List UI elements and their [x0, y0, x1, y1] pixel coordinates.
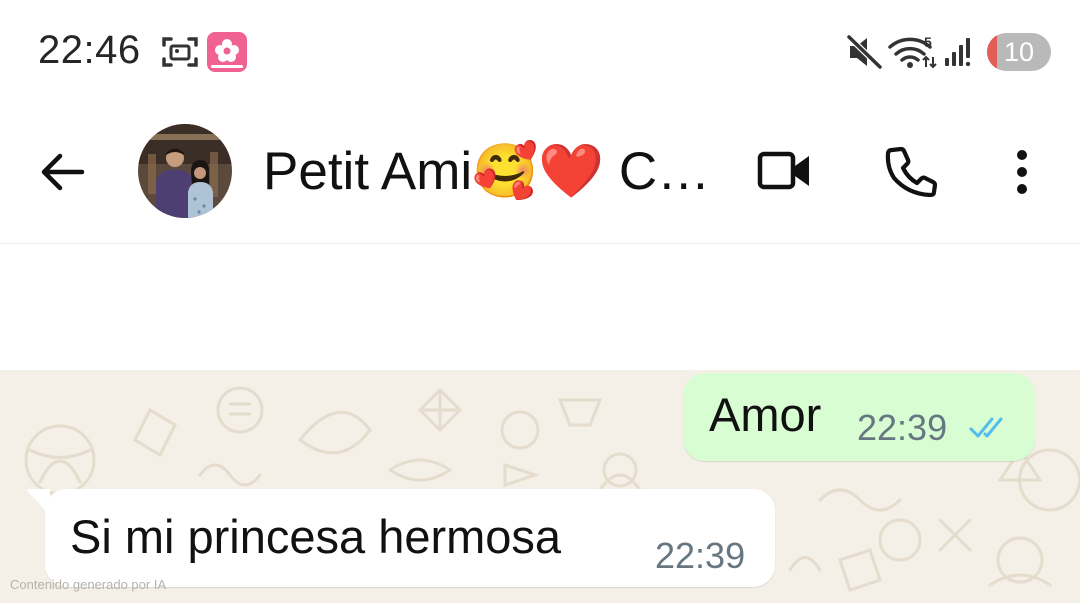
message-text: Amor [709, 388, 822, 441]
avatar[interactable] [138, 124, 232, 218]
chat-screen: 22:46 5 10 Petit Ami🥰❤️ C… Amor 22:39 Si… [0, 0, 1080, 603]
wifi-badge: 5 [924, 34, 932, 50]
status-bar: 22:46 5 10 [0, 0, 1080, 100]
outgoing-message-bubble[interactable]: Amor 22:39 [683, 373, 1035, 461]
message-time: 22:39 [655, 535, 746, 576]
chat-top-spacer [0, 244, 1080, 370]
battery-level: 10 [1003, 37, 1035, 67]
ai-generated-note: Contenido generado por IA [10, 577, 167, 592]
avatar-photo [138, 124, 232, 218]
message-text: Si mi princesa hermosa [70, 510, 562, 563]
app-notification-icon [207, 32, 247, 72]
contact-name[interactable]: Petit Ami🥰❤️ C… [263, 140, 703, 202]
screenshot-icon [162, 37, 198, 67]
signal-icon [945, 38, 971, 67]
more-options-icon[interactable] [1008, 148, 1036, 196]
status-time: 22:46 [38, 28, 141, 72]
wifi-icon: 5 [888, 34, 937, 69]
chat-area[interactable]: Amor 22:39 Si mi princesa hermosa 22:39 [0, 370, 1080, 603]
back-arrow-icon[interactable] [40, 152, 86, 192]
chat-header: Petit Ami🥰❤️ C… [0, 100, 1080, 244]
incoming-message-bubble[interactable]: Si mi princesa hermosa 22:39 [45, 489, 775, 587]
video-call-icon[interactable] [757, 149, 813, 193]
message-time: 22:39 [857, 407, 948, 448]
battery-indicator: 10 [987, 33, 1051, 71]
read-receipt-icon [969, 417, 1003, 438]
phone-icon[interactable] [884, 145, 938, 197]
mute-icon [846, 34, 883, 70]
